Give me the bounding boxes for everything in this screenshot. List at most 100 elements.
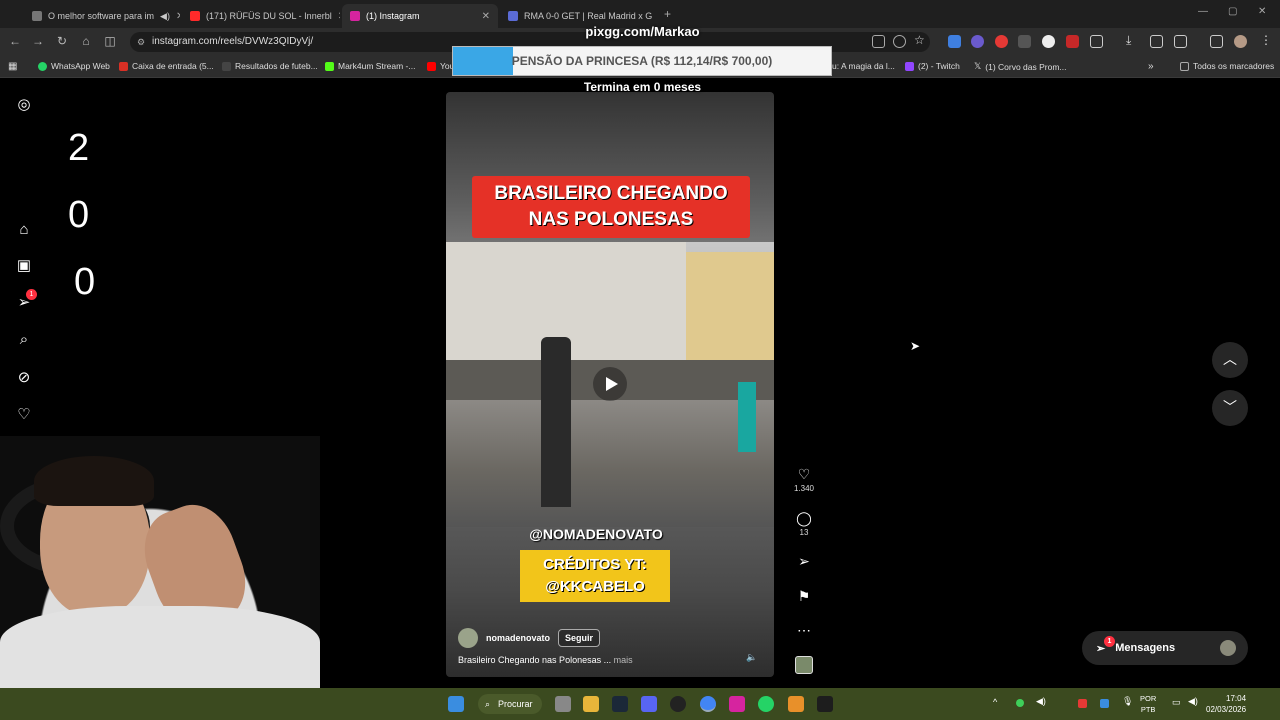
like-action[interactable]: ♡ 1.340 [790, 466, 818, 493]
chrome-icon[interactable] [700, 696, 716, 712]
audio-thumbnail[interactable] [790, 656, 818, 674]
reel-title-line: BRASILEIRO CHEGANDO [494, 183, 728, 204]
extensions-puzzle-icon[interactable] [1090, 35, 1103, 48]
bookmark-gmail[interactable]: Caixa de entrada (5... [119, 61, 214, 71]
windows-start-icon[interactable] [448, 696, 464, 712]
close-tab-icon[interactable]: ✕ [176, 11, 180, 22]
menu-kebab-icon[interactable]: ⋮ [1260, 33, 1272, 47]
file-explorer-icon[interactable] [583, 696, 599, 712]
follow-button[interactable]: Seguir [558, 629, 601, 647]
site-info-icon[interactable]: ⚙ [137, 32, 145, 52]
apps-grid-icon[interactable]: ▦ [8, 61, 17, 72]
explore-icon[interactable]: ⊘ [14, 368, 34, 388]
heart-icon[interactable]: ♡ [790, 466, 818, 482]
microphone-icon[interactable]: 🎙 [1122, 696, 1133, 707]
home-icon[interactable]: ⌂ [78, 34, 94, 48]
bookmark-icon[interactable]: ⚑ [790, 588, 818, 604]
bookmark-star-icon[interactable]: ☆ [914, 33, 925, 47]
tray-app-icon[interactable] [1078, 699, 1087, 708]
audio-icon[interactable] [795, 656, 813, 674]
reel-video[interactable]: BRASILEIRO CHEGANDO NAS POLONESAS @NOMAD… [446, 92, 774, 677]
extension-icon[interactable] [1042, 35, 1055, 48]
cloud-icon[interactable] [788, 696, 804, 712]
tab-youtube[interactable]: (171) RÜFÜS DU SOL - Innerbl ✕ [182, 4, 340, 28]
tab-software[interactable]: O melhor software para im ◀) ✕ [24, 4, 180, 28]
more-bookmarks-icon[interactable]: » [1148, 61, 1154, 72]
close-window-icon[interactable]: ✕ [1258, 6, 1266, 17]
heart-icon[interactable]: ♡ [14, 405, 34, 425]
bookmark-x[interactable]: 𝕏 (1) Corvo das Prom... [974, 61, 1067, 72]
discord-icon[interactable] [641, 696, 657, 712]
taskbar-search[interactable]: ⌕ Procurar [478, 694, 542, 714]
system-clock[interactable]: 17:04 02/03/2026 [1206, 693, 1246, 715]
network-icon[interactable]: ▭ [1172, 697, 1181, 708]
all-bookmarks[interactable]: Todos os marcadores [1180, 61, 1274, 71]
bookmark-magia[interactable]: u: A magia da l... [832, 61, 895, 71]
back-icon[interactable]: ← [7, 34, 23, 48]
previous-reel-button[interactable]: ︿ [1212, 342, 1248, 378]
more-icon[interactable]: ⋯ [790, 622, 818, 638]
instagram-icon[interactable]: ◎ [14, 95, 34, 115]
bookmark-kick[interactable]: Mark4um Stream -... [325, 61, 415, 71]
next-reel-button[interactable]: ﹀ [1212, 390, 1248, 426]
extension-icon[interactable] [995, 35, 1008, 48]
maximize-icon[interactable]: ▢ [1228, 6, 1237, 17]
steam-icon[interactable] [612, 696, 628, 712]
keyboard-language[interactable]: POR PTB [1140, 693, 1156, 715]
bookmark-label: Resultados de futeb... [235, 61, 318, 71]
mute-icon[interactable]: 🔈 [746, 652, 757, 663]
download-icon[interactable]: ⤓ [1126, 33, 1131, 48]
tray-app-icon[interactable] [1100, 699, 1109, 708]
more-options[interactable]: ⋯ [790, 622, 818, 638]
status-dot-icon[interactable] [1016, 699, 1024, 707]
app-icon[interactable] [670, 696, 686, 712]
youtube-icon [190, 11, 200, 21]
instagram-icon[interactable] [729, 696, 745, 712]
more-link[interactable]: mais [614, 655, 633, 665]
speaker-icon[interactable]: ◀) [160, 11, 170, 22]
author-name[interactable]: nomadenovato [486, 633, 550, 643]
bookmark-whatsapp[interactable]: WhatsApp Web [38, 61, 110, 71]
extension-icon[interactable] [948, 35, 961, 48]
comments-count: 13 [799, 528, 809, 537]
task-view-icon[interactable] [555, 696, 571, 712]
tray-expand-icon[interactable]: ^ [993, 697, 997, 707]
share-icon[interactable]: ➢ [790, 553, 818, 569]
volume-icon[interactable]: ◀) [1036, 696, 1046, 707]
reading-list-icon[interactable] [1210, 35, 1223, 48]
bookmark-twitch[interactable]: (2) - Twitch [905, 61, 960, 71]
comment-action[interactable]: ◯ 13 [790, 510, 818, 537]
forward-icon[interactable]: → [30, 34, 46, 48]
minimize-icon[interactable]: — [1198, 6, 1208, 17]
share-action[interactable]: ➢ [790, 553, 818, 569]
bookmark-futebol[interactable]: Resultados de futeb... [222, 61, 318, 71]
tab-instagram[interactable]: (1) Instagram ✕ [342, 4, 498, 28]
comment-icon[interactable]: ◯ [790, 510, 818, 526]
app-icon[interactable] [817, 696, 833, 712]
search-icon[interactable]: ⌕ [14, 330, 34, 350]
save-action[interactable]: ⚑ [790, 588, 818, 604]
cast-icon[interactable] [1174, 35, 1187, 48]
bookmark-label: (2) - Twitch [918, 61, 960, 71]
close-tab-icon[interactable]: ✕ [482, 11, 490, 22]
messages-button[interactable]: ➢ 1 Mensagens [1082, 631, 1248, 665]
extension-icon[interactable] [971, 35, 984, 48]
direct-icon[interactable]: ➢ 1 [14, 289, 37, 313]
home-icon[interactable]: ⌂ [14, 220, 34, 240]
speaker-icon[interactable]: ◀) [1188, 696, 1198, 707]
translate-icon[interactable] [1150, 35, 1163, 48]
extension-icon[interactable] [1018, 35, 1031, 48]
new-tab-icon[interactable]: + [664, 7, 671, 21]
author-avatar[interactable] [458, 628, 478, 648]
reload-icon[interactable]: ↻ [54, 34, 70, 48]
play-icon[interactable] [593, 367, 627, 401]
profile-avatar[interactable] [1234, 35, 1247, 48]
whatsapp-icon[interactable] [758, 696, 774, 712]
install-icon[interactable] [872, 35, 885, 48]
close-tab-icon[interactable]: ✕ [338, 11, 340, 22]
extension-icon[interactable] [1066, 35, 1079, 48]
side-panel-icon[interactable]: ◫ [102, 34, 118, 48]
reels-icon[interactable]: ▣ [14, 256, 34, 276]
eye-off-icon[interactable] [893, 35, 906, 48]
bookmark-youtube[interactable]: You [427, 61, 454, 71]
